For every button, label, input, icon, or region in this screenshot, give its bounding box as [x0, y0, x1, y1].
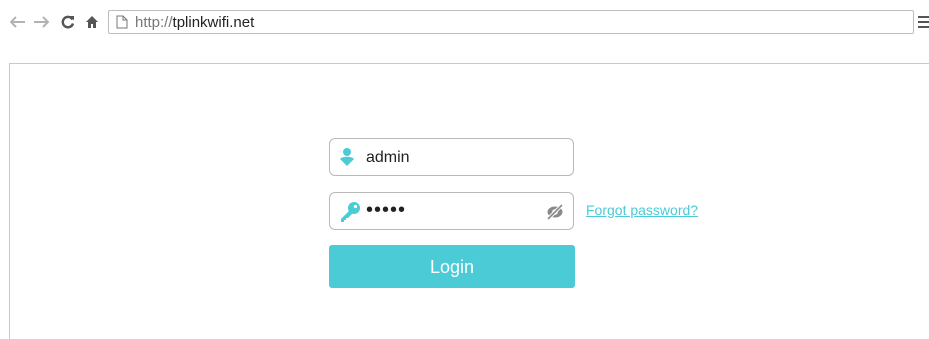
reload-icon[interactable]	[58, 11, 78, 33]
password-value: •••••	[366, 199, 407, 221]
eye-hidden-icon[interactable]	[545, 202, 565, 222]
url-scheme: http://	[135, 14, 173, 31]
url-host: tplinkwifi.net	[172, 14, 255, 31]
key-icon	[339, 201, 361, 223]
user-icon	[339, 147, 361, 169]
browser-toolbar: http://tplinkwifi.net	[0, 0, 929, 48]
forgot-password-link[interactable]: Forgot password?	[586, 202, 698, 219]
url-text: http://tplinkwifi.net	[135, 14, 254, 31]
password-field[interactable]: •••••	[329, 192, 574, 230]
username-value: admin	[366, 149, 410, 166]
address-bar[interactable]: http://tplinkwifi.net	[108, 10, 914, 34]
back-arrow-icon[interactable]	[8, 11, 28, 33]
username-field[interactable]: admin	[329, 138, 574, 176]
page-viewport: admin ••••• Forgot password? Login	[9, 63, 929, 339]
page-icon	[116, 15, 128, 34]
login-button[interactable]: Login	[329, 245, 575, 288]
hamburger-menu-icon[interactable]	[918, 16, 929, 28]
forward-arrow-icon[interactable]	[31, 11, 51, 33]
home-icon[interactable]	[82, 11, 102, 33]
